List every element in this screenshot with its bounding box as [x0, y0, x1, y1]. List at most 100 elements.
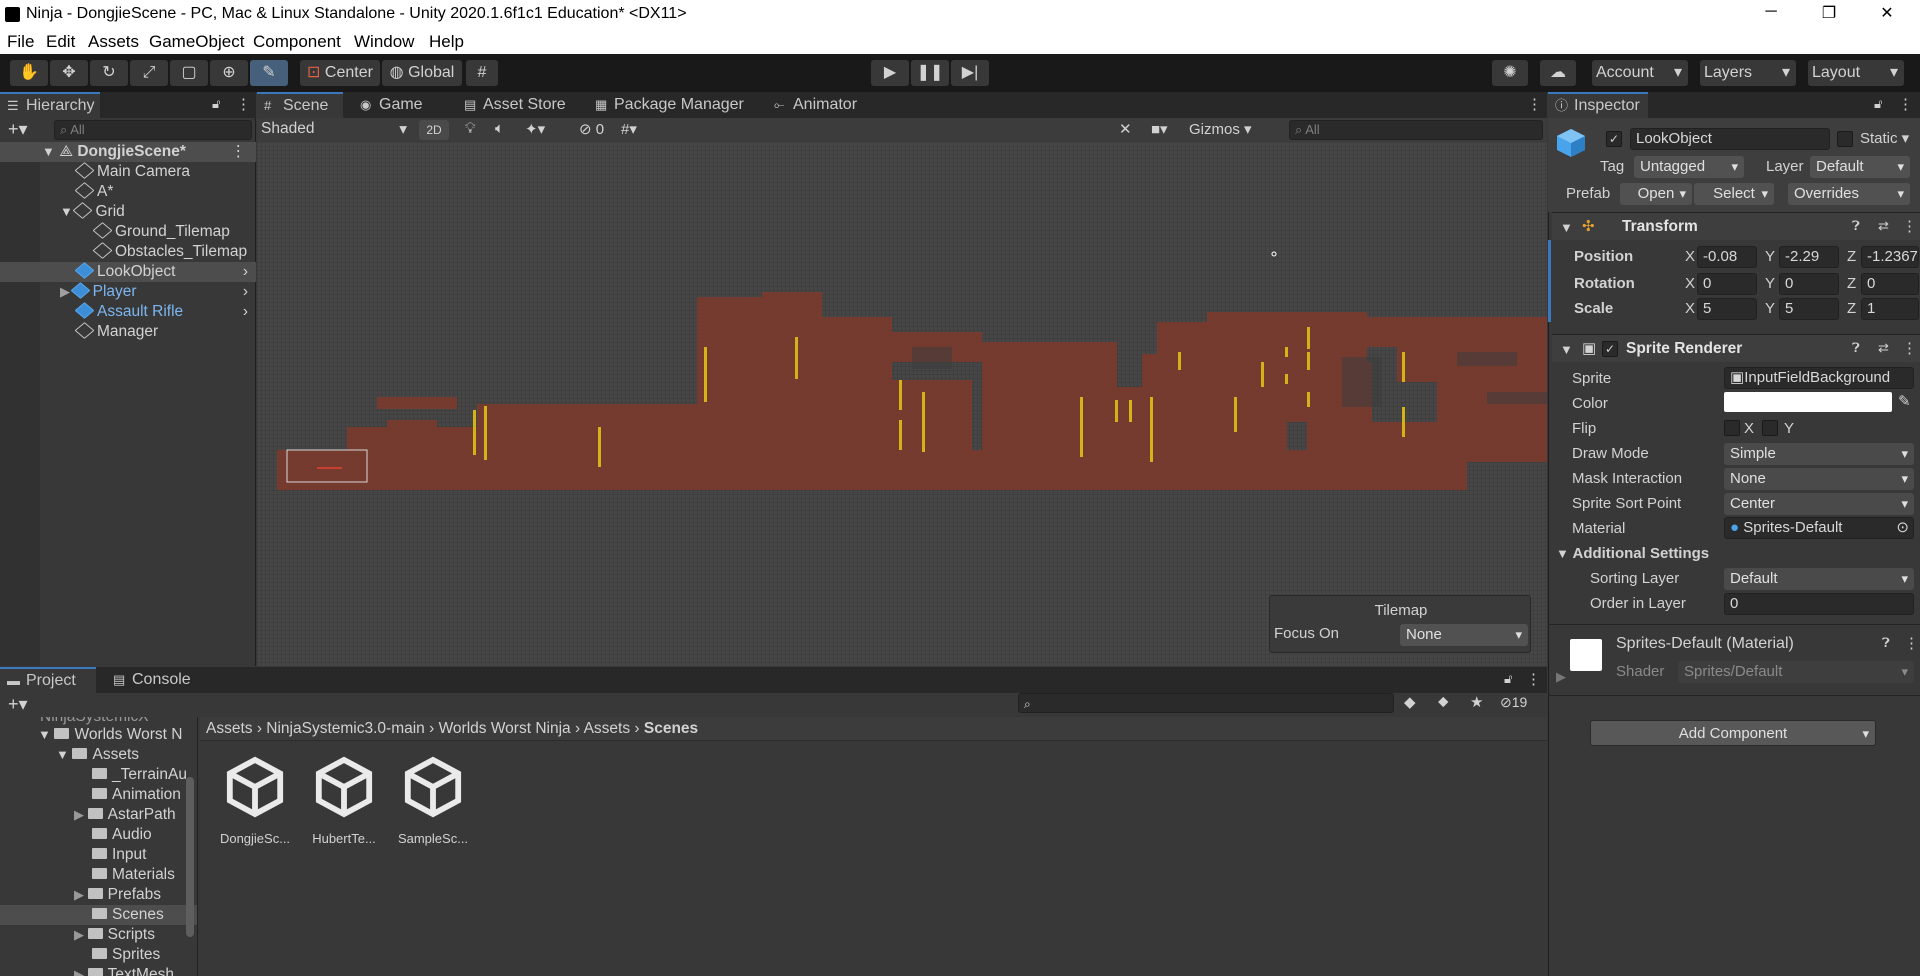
- color-swatch[interactable]: [1724, 392, 1892, 412]
- chevron-right-icon[interactable]: ›: [243, 302, 248, 322]
- create-asset-button[interactable]: +▾: [8, 694, 28, 715]
- sprite-object-field[interactable]: ▣InputFieldBackground: [1724, 367, 1914, 389]
- more-icon[interactable]: ⋮: [1526, 670, 1541, 688]
- breadcrumb-assets-sub[interactable]: Assets: [584, 720, 631, 737]
- hierarchy-item-main-camera[interactable]: Main Camera: [0, 162, 190, 182]
- step-button[interactable]: ▶|: [951, 60, 989, 86]
- position-y-input[interactable]: -2.29: [1779, 246, 1839, 268]
- chevron-right-icon[interactable]: ›: [243, 262, 248, 282]
- prefab-select-button[interactable]: Select: [1694, 183, 1774, 205]
- hierarchy-item-ground-tilemap[interactable]: Ground_Tilemap: [0, 222, 230, 242]
- tools-icon[interactable]: ✕: [1119, 120, 1132, 138]
- hierarchy-item-assault-rifle[interactable]: Assault Rifle ›: [0, 302, 256, 322]
- hand-tool-icon[interactable]: ✋: [10, 60, 48, 86]
- rotation-z-input[interactable]: 0: [1861, 273, 1919, 295]
- toggle-2d-button[interactable]: 2D: [419, 120, 449, 140]
- scale-tool-icon[interactable]: ⤢: [130, 60, 168, 86]
- menu-file[interactable]: File: [7, 32, 34, 52]
- hierarchy-item-lookobject[interactable]: LookObject ›: [0, 262, 256, 282]
- position-x-input[interactable]: -0.08: [1697, 246, 1757, 268]
- additional-settings-foldout[interactable]: ▼ Additional Settings: [1556, 545, 1709, 562]
- shading-dropdown[interactable]: Shaded ▾: [261, 120, 411, 140]
- scene-row[interactable]: ▼ ⟁ DongjieScene* ⋮: [0, 142, 256, 162]
- tree-item-scenes[interactable]: Scenes: [0, 905, 197, 925]
- brush-tool-icon[interactable]: ✎: [250, 60, 288, 86]
- tree-item-terrain[interactable]: _TerrainAu: [0, 765, 187, 785]
- asset-hubert-test[interactable]: HubertTe...: [299, 756, 389, 846]
- maximize-button[interactable]: ❐: [1814, 3, 1844, 23]
- lock-icon[interactable]: 🔓︎: [1504, 671, 1512, 687]
- sprite-renderer-header[interactable]: ▼ ▣ ✓ Sprite Renderer ❓︎ ⇄ ⋮: [1552, 334, 1920, 362]
- help-icon[interactable]: ❓︎: [1852, 218, 1860, 234]
- menu-gameobject[interactable]: GameObject: [149, 32, 244, 52]
- menu-help[interactable]: Help: [429, 32, 464, 52]
- scale-y-input[interactable]: 5: [1779, 298, 1839, 320]
- cloud-icon[interactable]: ☁: [1540, 60, 1576, 86]
- breadcrumb-assets[interactable]: Assets: [206, 720, 253, 737]
- filter-type-icon[interactable]: ◆: [1404, 693, 1416, 711]
- position-z-input[interactable]: -1.2367: [1861, 246, 1919, 268]
- scale-x-input[interactable]: 5: [1697, 298, 1757, 320]
- layers-dropdown[interactable]: Layers ▾: [1700, 60, 1796, 86]
- hierarchy-item-manager[interactable]: Manager: [0, 322, 158, 342]
- active-checkbox[interactable]: ✓: [1606, 131, 1622, 147]
- more-icon[interactable]: ⋮: [1898, 95, 1913, 113]
- tab-scene[interactable]: # Scene: [257, 92, 343, 118]
- layer-dropdown[interactable]: Default: [1810, 156, 1910, 178]
- preset-icon[interactable]: ⇄: [1878, 218, 1889, 234]
- tree-item-scripts[interactable]: ▶ Scripts: [0, 925, 155, 945]
- transform-tool-icon[interactable]: ⊕: [210, 60, 248, 86]
- collab-icon[interactable]: ✺: [1492, 60, 1528, 86]
- play-button[interactable]: ▶: [871, 60, 909, 86]
- chevron-right-icon[interactable]: ›: [243, 282, 248, 302]
- move-tool-icon[interactable]: ✥: [50, 60, 88, 86]
- scene-search-input[interactable]: ⌕ All: [1289, 120, 1543, 140]
- menu-window[interactable]: Window: [354, 32, 414, 52]
- camera-icon[interactable]: ■▾: [1151, 120, 1168, 138]
- account-dropdown[interactable]: Account ▾: [1592, 60, 1688, 86]
- menu-edit[interactable]: Edit: [46, 32, 75, 52]
- tab-inspector[interactable]: ⓘ Inspector: [1548, 92, 1648, 118]
- rotation-x-input[interactable]: 0: [1697, 273, 1757, 295]
- tab-hierarchy[interactable]: ☰ Hierarchy: [0, 92, 100, 118]
- audio-icon[interactable]: 🔈︎: [495, 120, 504, 137]
- tree-item-sprites[interactable]: Sprites: [0, 945, 160, 965]
- lighting-icon[interactable]: 💡︎: [465, 120, 476, 137]
- hierarchy-item-astar[interactable]: A*: [0, 182, 113, 202]
- tree-item-audio[interactable]: Audio: [0, 825, 152, 845]
- project-search-input[interactable]: ⌕: [1018, 693, 1394, 713]
- tree-item-assets[interactable]: ▼ Assets: [0, 745, 139, 765]
- enabled-checkbox[interactable]: ✓: [1602, 341, 1618, 357]
- tree-scrollbar[interactable]: [186, 777, 194, 937]
- lookobject-gizmo[interactable]: [1271, 251, 1277, 257]
- hierarchy-item-player[interactable]: ▶ Player ›: [0, 282, 256, 302]
- transform-header[interactable]: ▼ ✣ Transform ❓︎ ⇄ ⋮: [1552, 212, 1920, 240]
- prefab-overrides-dropdown[interactable]: Overrides: [1788, 183, 1910, 205]
- help-icon[interactable]: ❓︎: [1882, 635, 1890, 651]
- pause-button[interactable]: ❚❚: [911, 60, 949, 86]
- menu-component[interactable]: Component: [253, 32, 341, 52]
- scale-z-input[interactable]: 1: [1861, 298, 1919, 320]
- tag-dropdown[interactable]: Untagged: [1634, 156, 1744, 178]
- more-icon[interactable]: ⋮: [1902, 217, 1917, 235]
- preset-icon[interactable]: ⇄: [1878, 340, 1889, 356]
- tree-item-astarpath[interactable]: ▶ AstarPath: [0, 805, 176, 825]
- gizmos-dropdown[interactable]: Gizmos ▾: [1189, 120, 1279, 138]
- hidden-packages-toggle[interactable]: ⊘19: [1500, 694, 1527, 711]
- effects-icon[interactable]: ✦▾: [525, 120, 545, 138]
- hierarchy-item-obstacles-tilemap[interactable]: Obstacles_Tilemap: [0, 242, 247, 262]
- space-toggle[interactable]: ◍ Global: [382, 60, 462, 86]
- asset-sample-scene[interactable]: SampleSc...: [388, 756, 478, 846]
- grid-visibility-icon[interactable]: #▾: [621, 120, 637, 138]
- favorite-icon[interactable]: ★: [1470, 693, 1483, 711]
- shader-dropdown[interactable]: Sprites/Default: [1678, 661, 1914, 683]
- tree-item-animation[interactable]: Animation: [0, 785, 181, 805]
- more-icon[interactable]: ⋮: [1527, 95, 1542, 113]
- object-name-input[interactable]: LookObject: [1630, 128, 1830, 150]
- tree-item-textmesh[interactable]: ▶ TextMesh: [0, 965, 174, 976]
- breadcrumb-scenes[interactable]: Scenes: [644, 720, 698, 737]
- more-icon[interactable]: ⋮: [1902, 339, 1917, 357]
- tab-asset-store[interactable]: ▤ Asset Store: [457, 92, 566, 118]
- rotate-tool-icon[interactable]: ↻: [90, 60, 128, 86]
- prefab-open-button[interactable]: Open: [1620, 183, 1692, 205]
